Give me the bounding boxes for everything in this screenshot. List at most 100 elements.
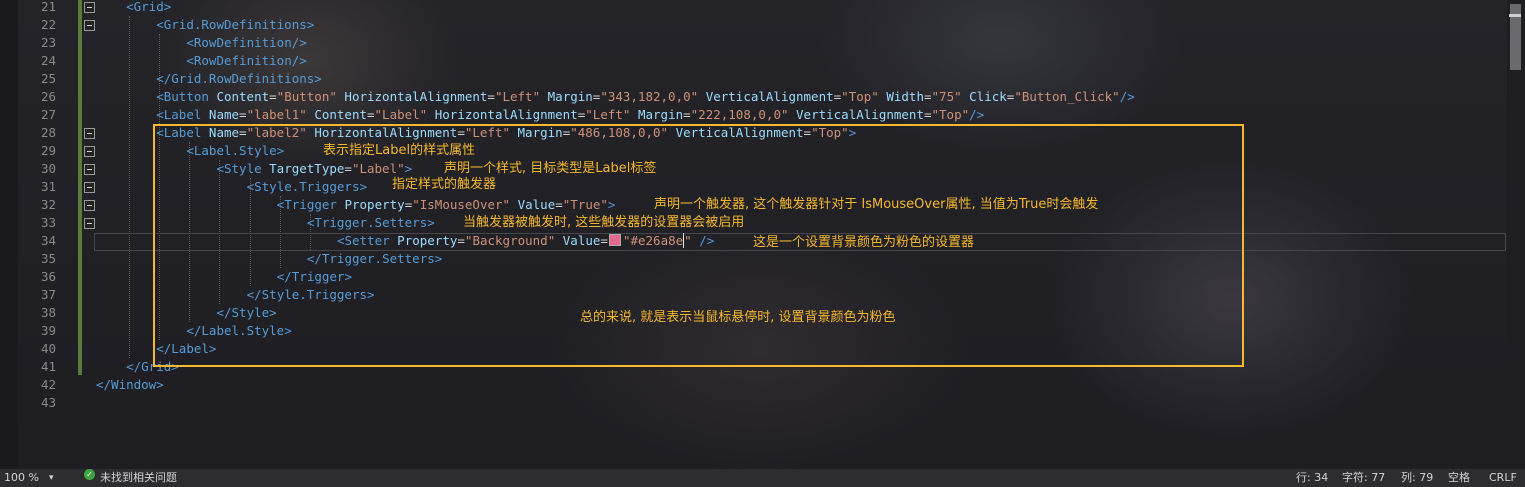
code-token: "75"	[931, 89, 962, 104]
code-token: Content	[216, 89, 270, 104]
line-number: 34	[40, 233, 56, 248]
code-token: />	[291, 35, 307, 50]
code-token: "Button_Click"	[1014, 89, 1120, 104]
annotation-style-triggers: 指定样式的触发器	[392, 177, 497, 192]
code-token: "Top"	[841, 89, 879, 104]
editor-left-margin	[0, 0, 18, 469]
code-editor[interactable]: 21 22 23 24 25 26 27 28 29 30 31 32 33 34 35 36 37 38 39 40…	[0, 0, 1525, 469]
code-token: "Label"	[374, 107, 428, 122]
code-line[interactable]: </Window>	[96, 376, 164, 394]
line-number: 26	[40, 89, 56, 104]
code-line[interactable]: <Button Content="Button" HorizontalAlign…	[156, 88, 1135, 106]
code-token: >	[314, 71, 322, 86]
char-indicator[interactable]: 字符: 77	[1342, 469, 1385, 487]
scrollbar-caret-marker	[1509, 14, 1521, 17]
collapse-icon[interactable]	[84, 20, 95, 31]
line-number: 36	[40, 269, 56, 284]
issues-status[interactable]: 未找到相关问题	[100, 469, 177, 487]
code-token: </Grid.RowDefinitions	[156, 71, 315, 86]
collapse-icon[interactable]	[84, 218, 95, 229]
line-number: 24	[40, 53, 56, 68]
code-token: >	[156, 377, 164, 392]
column-indicator[interactable]: 列: 79	[1401, 469, 1433, 487]
code-token: <Label	[156, 107, 202, 122]
line-number: 32	[40, 197, 56, 212]
code-token: />	[1119, 89, 1135, 104]
code-token: />	[291, 53, 307, 68]
code-token: Content	[314, 107, 367, 122]
code-line[interactable]: <RowDefinition/>	[186, 52, 306, 70]
code-token: HorizontalAlignment	[344, 89, 488, 104]
line-number: 25	[40, 71, 56, 86]
line-number: 39	[40, 323, 56, 338]
zoom-dropdown-icon[interactable]: ▾	[49, 469, 54, 487]
line-number: 28	[40, 125, 56, 140]
code-line[interactable]: <Grid>	[126, 0, 171, 16]
code-token: =	[487, 89, 495, 104]
collapse-icon[interactable]	[84, 146, 95, 157]
line-number: 29	[40, 143, 56, 158]
collapse-icon[interactable]	[84, 182, 95, 193]
code-token: </Window	[96, 377, 157, 392]
code-line[interactable]: <Label Name="label1" Content="Label" Hor…	[156, 106, 984, 124]
code-token: Click	[969, 89, 1007, 104]
code-token: =	[239, 107, 247, 122]
vertical-scrollbar[interactable]	[1507, 0, 1525, 469]
code-token: "343,182,0,0"	[600, 89, 699, 104]
code-token: Margin	[547, 89, 593, 104]
code-token: >	[163, 0, 172, 14]
annotation-summary: 总的来说, 就是表示当鼠标悬停时, 设置背景颜色为粉色	[580, 310, 896, 325]
collapse-icon[interactable]	[84, 128, 95, 139]
line-number: 27	[40, 107, 56, 122]
code-token: =	[269, 89, 277, 104]
annotation-label-style: 表示指定Label的样式属性	[323, 143, 476, 158]
line-number: 37	[40, 287, 56, 302]
code-token: =	[923, 107, 932, 122]
line-indicator[interactable]: 行: 34	[1296, 469, 1328, 487]
change-tracking-bar	[78, 0, 82, 375]
code-token: Margin	[637, 107, 684, 122]
collapse-icon[interactable]	[84, 2, 95, 13]
line-number: 30	[40, 161, 56, 176]
code-token: =	[367, 107, 375, 122]
code-token: Width	[886, 89, 924, 104]
code-token: "Left"	[494, 89, 541, 104]
code-token: =	[923, 89, 932, 104]
zoom-level[interactable]: 100 %	[4, 469, 39, 487]
annotation-trigger: 声明一个触发器, 这个触发器针对于 IsMouseOver属性, 当值为True…	[654, 197, 1099, 212]
line-number: 23	[40, 35, 56, 50]
whitespace-mode[interactable]: 空格	[1448, 469, 1470, 487]
code-token: "222,108,0,0"	[690, 107, 789, 122]
code-token: />	[969, 107, 985, 122]
line-ending[interactable]: CRLF	[1489, 469, 1517, 487]
status-bar: 100 % ▾ ✓ 未找到相关问题 行: 34 字符: 77 列: 79 空格 …	[0, 469, 1525, 487]
code-token: >	[306, 17, 315, 32]
line-number: 22	[40, 17, 56, 32]
code-token: <Grid	[126, 0, 164, 14]
line-number: 33	[40, 215, 56, 230]
line-number: 41	[40, 359, 56, 374]
collapse-icon[interactable]	[84, 164, 95, 175]
line-number: 21	[40, 0, 56, 14]
code-token: "label1"	[246, 107, 307, 122]
code-token: =	[683, 107, 691, 122]
code-token: "Left"	[585, 107, 631, 122]
annotation-highlight-box	[153, 124, 1244, 367]
code-line[interactable]: <RowDefinition/>	[186, 34, 306, 52]
code-line[interactable]: </Grid.RowDefinitions>	[156, 70, 322, 88]
line-number-gutter: 21 22 23 24 25 26 27 28 29 30 31 32 33 34 35 36 37 38 39 40…	[18, 0, 58, 469]
annotation-trigger-setters: 当触发器被触发时, 这些触发器的设置器会被启用	[463, 215, 745, 230]
code-line[interactable]: <Grid.RowDefinitions>	[156, 16, 314, 34]
line-number: 40	[40, 341, 56, 356]
line-number: 31	[40, 179, 56, 194]
code-token: VerticalAlignment	[705, 89, 834, 104]
code-token: Name	[208, 107, 240, 122]
code-token: "Button"	[276, 89, 337, 104]
line-number: 35	[40, 251, 56, 266]
collapse-icon[interactable]	[84, 200, 95, 211]
